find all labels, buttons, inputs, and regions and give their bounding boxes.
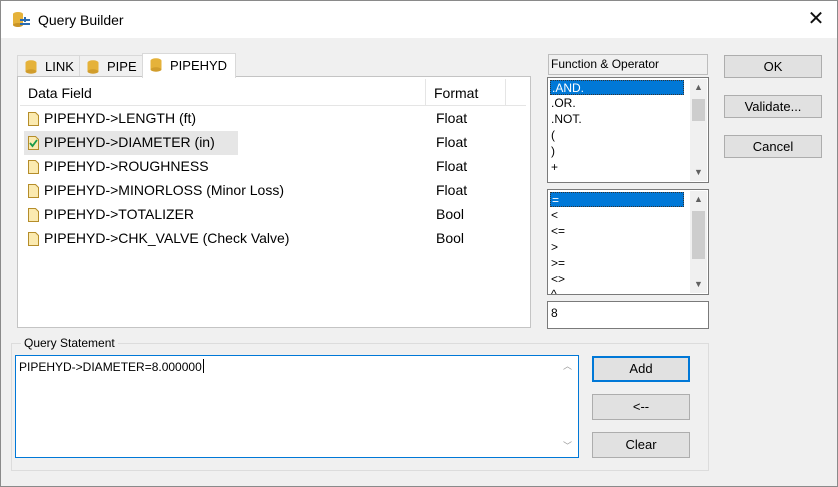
ok-button[interactable]: OK — [724, 55, 822, 78]
query-builder-window: Query Builder ✕ LINK PIPE PIPEHYD Data F… — [0, 0, 838, 487]
text-caret — [202, 359, 204, 373]
field-name: PIPEHYD->TOTALIZER — [44, 206, 195, 222]
field-format: Bool — [436, 230, 465, 246]
function-operator-label: Function & Operator — [548, 54, 708, 75]
clear-button[interactable]: Clear — [592, 432, 690, 458]
validate-button[interactable]: Validate... — [724, 95, 822, 118]
scroll-down-icon[interactable]: ﹀ — [559, 438, 576, 455]
scroll-thumb[interactable] — [692, 99, 705, 121]
database-icon — [25, 60, 37, 74]
file-icon — [28, 208, 39, 222]
field-format: Bool — [436, 206, 465, 222]
field-format: Float — [436, 158, 468, 174]
comparison-item-caret[interactable]: ^ — [550, 288, 685, 294]
field-format: Float — [436, 110, 468, 126]
function-item-close-paren[interactable]: ) — [550, 144, 685, 159]
database-icon — [150, 58, 162, 72]
database-icon — [87, 60, 99, 74]
comparison-item-eq[interactable]: = — [550, 192, 684, 207]
field-row-totalizer[interactable]: PIPEHYD->TOTALIZER Bool — [20, 203, 526, 227]
comparison-item-ge[interactable]: >= — [550, 256, 685, 271]
tab-pipe[interactable]: PIPE — [79, 55, 143, 77]
function-item-and[interactable]: .AND. — [550, 80, 684, 95]
field-row-chk-valve[interactable]: PIPEHYD->CHK_VALVE (Check Valve) Bool — [20, 227, 526, 251]
close-button[interactable]: ✕ — [803, 7, 829, 31]
add-button[interactable]: Add — [592, 356, 690, 382]
tab-link[interactable]: LINK — [17, 55, 81, 77]
field-row-minorloss[interactable]: PIPEHYD->MINORLOSS (Minor Loss) Float — [20, 179, 526, 203]
query-scrollbar[interactable]: ︿ ﹀ — [559, 358, 576, 455]
field-name: PIPEHYD->LENGTH (ft) — [44, 110, 197, 126]
function-list[interactable]: .AND. .OR. .NOT. ( ) + ▲ ▼ — [547, 77, 709, 183]
field-name: PIPEHYD->CHK_VALVE (Check Valve) — [44, 230, 290, 246]
field-row-diameter[interactable]: PIPEHYD->DIAMETER (in) Float — [20, 131, 526, 155]
function-list-scrollbar[interactable]: ▲ ▼ — [690, 79, 707, 181]
scroll-up-icon[interactable]: ︿ — [559, 358, 576, 375]
function-item-plus[interactable]: + — [550, 160, 685, 175]
comparison-list-scrollbar[interactable]: ▲ ▼ — [690, 191, 707, 293]
field-name: PIPEHYD->ROUGHNESS — [44, 158, 209, 174]
file-icon — [28, 184, 39, 198]
title-bar: Query Builder ✕ — [1, 1, 837, 38]
comparison-list[interactable]: = < <= > >= <> ^ ▲ ▼ — [547, 189, 709, 295]
tab-label: PIPE — [107, 59, 137, 74]
field-name: PIPEHYD->MINORLOSS (Minor Loss) — [44, 182, 284, 198]
function-item-open-paren[interactable]: ( — [550, 128, 685, 143]
query-statement-textbox[interactable]: PIPEHYD->DIAMETER=8.000000 ︿ ﹀ — [15, 355, 579, 458]
query-statement-label: Query Statement — [21, 336, 118, 350]
field-format: Float — [436, 134, 468, 150]
tab-label: LINK — [45, 59, 74, 74]
comparison-item-lt[interactable]: < — [550, 208, 685, 223]
query-builder-icon — [13, 12, 30, 27]
file-icon — [28, 160, 39, 174]
tab-label: PIPEHYD — [170, 58, 228, 73]
file-icon — [28, 112, 39, 126]
grid-header: Data Field Format — [20, 79, 526, 106]
file-icon — [28, 232, 39, 246]
field-row-roughness[interactable]: PIPEHYD->ROUGHNESS Float — [20, 155, 526, 179]
scroll-up-icon[interactable]: ▲ — [690, 191, 707, 208]
comparison-item-ne[interactable]: <> — [550, 272, 685, 287]
field-format: Float — [436, 182, 468, 198]
tab-pipehyd[interactable]: PIPEHYD — [142, 53, 236, 78]
query-statement-text: PIPEHYD->DIAMETER=8.000000 — [19, 359, 204, 374]
column-header-format[interactable]: Format — [426, 79, 506, 105]
column-header-data-field[interactable]: Data Field — [20, 79, 426, 105]
query-text: PIPEHYD->DIAMETER=8.000000 — [19, 360, 202, 374]
comparison-item-gt[interactable]: > — [550, 240, 685, 255]
function-item-not[interactable]: .NOT. — [550, 112, 685, 127]
scroll-down-icon[interactable]: ▼ — [690, 164, 707, 181]
value-input[interactable]: 8 — [547, 301, 709, 329]
field-name: PIPEHYD->DIAMETER (in) — [44, 134, 215, 150]
file-check-icon — [28, 136, 39, 150]
remove-last-button[interactable]: <-- — [592, 394, 690, 420]
scroll-up-icon[interactable]: ▲ — [690, 79, 707, 96]
function-item-or[interactable]: .OR. — [550, 96, 685, 111]
data-field-grid: Data Field Format PIPEHYD->LENGTH (ft) F… — [17, 76, 531, 328]
comparison-item-le[interactable]: <= — [550, 224, 685, 239]
field-row-length[interactable]: PIPEHYD->LENGTH (ft) Float — [20, 107, 526, 131]
window-title: Query Builder — [38, 12, 124, 28]
scroll-thumb[interactable] — [692, 211, 705, 259]
scroll-down-icon[interactable]: ▼ — [690, 276, 707, 293]
cancel-button[interactable]: Cancel — [724, 135, 822, 158]
